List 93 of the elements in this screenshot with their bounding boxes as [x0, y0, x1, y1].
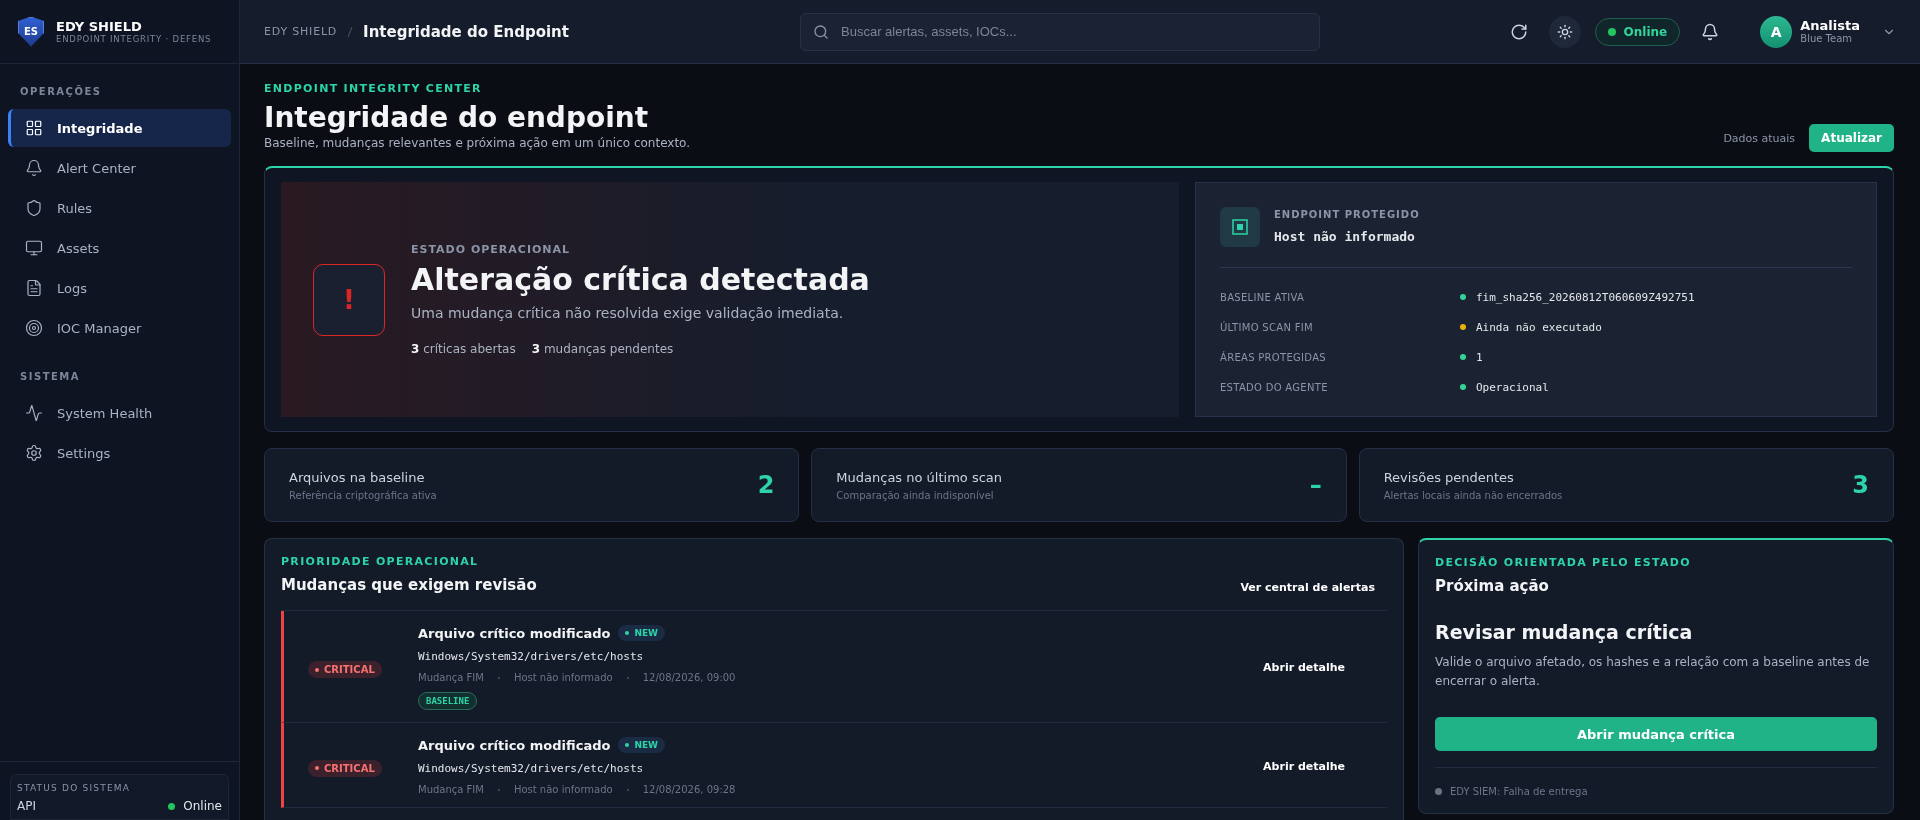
fact-value: fim_sha256_20260812T060609Z492751: [1476, 290, 1695, 304]
alert-icon: !: [313, 263, 385, 336]
fact-value: 1: [1476, 350, 1483, 364]
host-name: Host não informado: [1274, 229, 1415, 244]
sun-icon: [1556, 23, 1573, 40]
chip-icon: [1232, 219, 1248, 235]
status-title: STATUS DO SISTEMA: [17, 783, 132, 793]
detail-button[interactable]: Abrir detalhe: [1257, 660, 1351, 675]
pulse-icon: [25, 404, 43, 422]
bell-icon: [1701, 22, 1720, 41]
nav-item[interactable]: Rules: [8, 189, 231, 227]
changes-eyebrow: PRIORIDADE OPERACIONAL: [281, 555, 480, 568]
tag: BASELINE: [418, 692, 478, 710]
endpoint-eyebrow: ENDPOINT PROTEGIDO: [1274, 209, 1420, 220]
file-path: Windows/System32/drivers/etc/hosts: [418, 762, 645, 775]
brand-name: EDY SHIELD: [56, 19, 143, 34]
nav-item[interactable]: Logs: [8, 269, 231, 307]
meta-text: Host não informado: [513, 784, 613, 795]
state-description: Uma mudança crítica não resolvida exige validação imediata.: [411, 304, 845, 323]
reload-icon: [1509, 22, 1528, 41]
search-input[interactable]: Buscar alertas, assets, IOCs...: [839, 23, 1307, 40]
monitor-icon: [25, 239, 43, 257]
breadcrumb-item[interactable]: EDY SHIELD: [264, 25, 338, 38]
fact-value: Operacional: [1476, 380, 1549, 394]
search-field[interactable]: Buscar alertas, assets, IOCs...: [800, 12, 1320, 51]
state-eyebrow: ESTADO OPERACIONAL: [411, 243, 572, 256]
change-row[interactable]: CRITICAL Arquivo crítico modificado NEW Windows/System32/drivers/etc/hosts Mudança FIM Host não informado 12/08/2026, 09:00 BASELINE Abrir detalhe: [281, 611, 1387, 723]
meta-text: 12/08/2026, 09:00: [642, 672, 736, 683]
page-subtitle: Baseline, mudanças relevantes e próxima ação em um único contexto.: [264, 136, 691, 150]
stat-value: –: [1309, 471, 1322, 499]
search-icon: [813, 23, 829, 40]
new-badge: NEW: [618, 737, 666, 753]
brand-tagline: ENDPOINT INTEGRITY · DEFENS: [56, 34, 212, 44]
next-title: Próxima ação: [1435, 577, 1550, 595]
next-heading: Revisar mudança crítica: [1435, 621, 1694, 643]
footer-text: EDY SIEM: Falha de entrega: [1450, 786, 1588, 798]
target-icon: [25, 319, 43, 337]
status-label: API: [17, 799, 36, 813]
change-title: Arquivo crítico modificado: [418, 625, 611, 641]
breadcrumb-item: Integridade do Endpoint: [363, 22, 569, 41]
section-title: SISTEMA: [19, 370, 81, 384]
status-value: Online: [183, 799, 222, 813]
count-text: 3 mudanças pendentes: [531, 342, 674, 356]
section-title: OPERAÇÕES: [19, 84, 103, 99]
file-path: Windows/System32/drivers/etc/hosts: [418, 650, 645, 663]
fact-value: Ainda não executado: [1476, 320, 1602, 334]
new-badge: NEW: [618, 625, 666, 641]
document-icon: [25, 279, 43, 297]
alerts-link[interactable]: Ver central de alertas: [1240, 581, 1375, 594]
breadcrumb-separator: [347, 25, 354, 38]
detail-button[interactable]: Abrir detalhe: [1257, 758, 1351, 774]
changes-title: Mudanças que exigem revisão: [281, 576, 537, 594]
shield-logo: ES: [18, 16, 44, 47]
user-menu[interactable]: A Analista Blue Team: [1760, 15, 1896, 48]
grid-icon: [25, 119, 43, 137]
meta-text: 12/08/2026, 09:28: [642, 784, 736, 795]
bell-icon: [25, 159, 43, 177]
severity-badge: CRITICAL: [308, 661, 382, 679]
page-title: Integridade do endpoint: [264, 101, 650, 134]
stat-subtitle: Referência criptográfica ativa: [289, 489, 437, 501]
connection-status: Online: [1594, 17, 1681, 46]
stat-title: Revisões pendentes: [1383, 469, 1515, 485]
count-text: 3 críticas abertas: [411, 342, 516, 356]
theme-button[interactable]: [1548, 15, 1581, 48]
fact-label: ÚLTIMO SCAN FIM: [1220, 321, 1314, 333]
stat-subtitle: Comparação ainda indisponível: [836, 489, 995, 501]
fact-label: BASELINE ATIVA: [1220, 291, 1306, 303]
nav-item[interactable]: Alert Center: [8, 149, 231, 187]
nav-item[interactable]: Assets: [8, 229, 231, 267]
settings-icon: [25, 444, 43, 462]
nav-item[interactable]: System Health: [8, 394, 231, 432]
state-title: Alteração crítica detectada: [411, 262, 870, 297]
change-row[interactable]: CRITICAL Arquivo crítico modificado NEW Windows/System32/drivers/etc/hosts Mudança FIM Host não informado 12/08/2026, 09:28 Abrir detalhe: [281, 723, 1387, 808]
freshness-label: Dados atuais: [1723, 131, 1796, 145]
stat-value: 3: [1852, 471, 1869, 499]
shield-icon: [25, 199, 43, 217]
stat-subtitle: Alertas locais ainda não encerrados: [1383, 489, 1563, 501]
fact-label: ESTADO DO AGENTE: [1220, 381, 1329, 393]
nav-item[interactable]: IOC Manager: [8, 309, 231, 347]
meta-text: Mudança FIM: [418, 784, 484, 795]
change-title: Arquivo crítico modificado: [418, 737, 611, 753]
next-description: Valide o arquivo afetado, os hashes e a relação com a baseline antes de encerrar o alerta.: [1435, 654, 1871, 691]
stat-value: 2: [757, 471, 775, 499]
meta-text: Host não informado: [513, 672, 613, 683]
fact-label: ÁREAS PROTEGIDAS: [1220, 351, 1327, 363]
page-eyebrow: ENDPOINT INTEGRITY CENTER: [264, 82, 483, 95]
meta-text: Mudança FIM: [418, 672, 484, 683]
next-eyebrow: DECISÃO ORIENTADA PELO ESTADO: [1435, 556, 1692, 569]
nav-item[interactable]: Integridade: [8, 109, 231, 147]
severity-badge: CRITICAL: [308, 759, 382, 777]
stat-title: Arquivos na baseline: [289, 469, 426, 485]
nav-item[interactable]: Settings: [8, 434, 231, 472]
stat-title: Mudanças no último scan: [836, 469, 1003, 485]
